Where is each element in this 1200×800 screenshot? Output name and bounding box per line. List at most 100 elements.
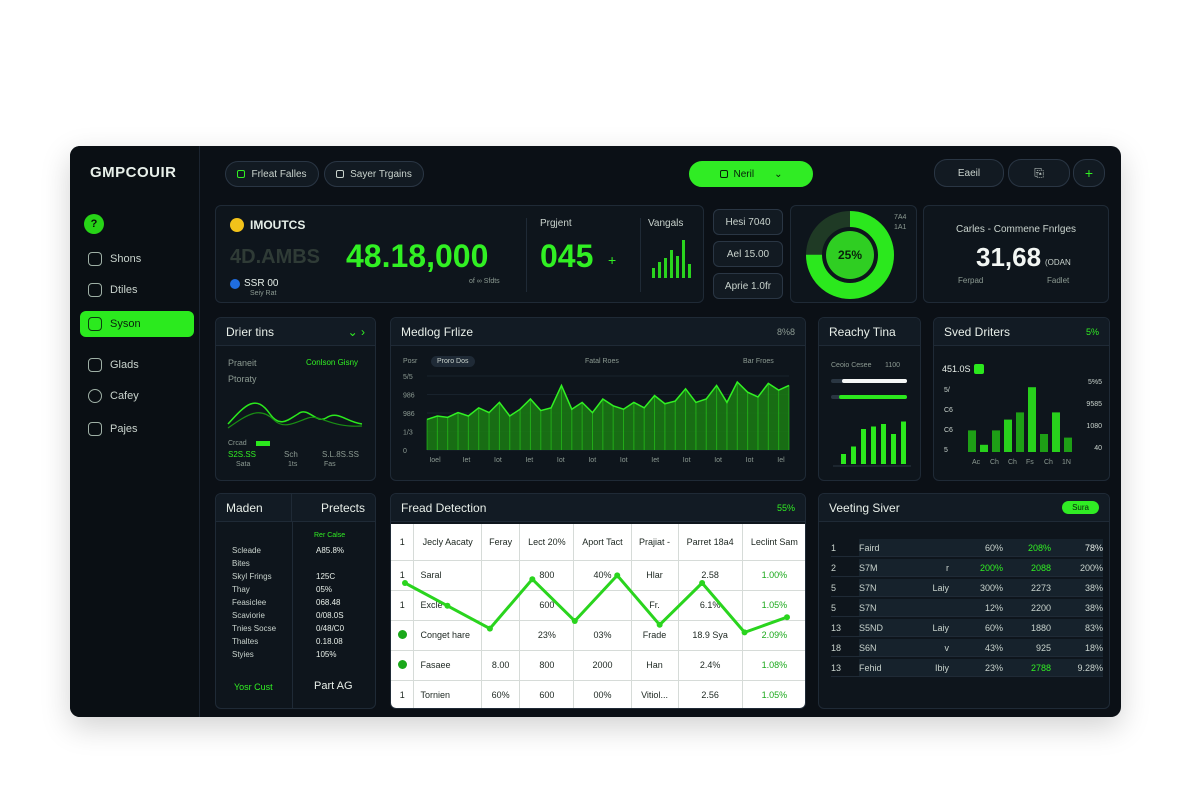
table-cell: 1880 — [1003, 619, 1051, 637]
sidebar-item-syson[interactable]: Syson — [80, 311, 194, 337]
x-tick-label: Iel — [777, 457, 785, 464]
column-header[interactable]: Leclint Sam — [742, 524, 805, 561]
maden-row-key: Scleade — [232, 546, 261, 555]
table-row[interactable]: Conget hare 23% 03% Frade 18.9 Sya 2.09% — [391, 620, 805, 651]
table-cell — [917, 539, 949, 557]
segment-button[interactable]: Sayer Trgains — [324, 161, 424, 187]
x-tick-label: Ioel — [429, 457, 441, 464]
column-header[interactable]: Lect 20% — [519, 524, 575, 561]
logo-text-a: GMPCOUI — [90, 164, 166, 181]
spark-bar — [670, 250, 673, 278]
drier-series-b — [227, 412, 363, 429]
sidebar-item-dtiles[interactable]: Dtiles — [80, 277, 194, 303]
table-cell: 83% — [1051, 619, 1103, 637]
table-row[interactable]: 2 S7M r 200% 2088 200% — [831, 558, 1103, 578]
table-cell: Vitiol... — [631, 680, 679, 708]
legend-swatch — [256, 441, 270, 446]
table-cell: 1.05% — [742, 680, 805, 708]
reachy-slider-2[interactable] — [831, 395, 907, 399]
divider — [292, 522, 293, 708]
sidebar-item-label: Glads — [110, 359, 139, 371]
table-cell — [917, 599, 949, 617]
maden-row-value: 0/48/C0 — [316, 624, 345, 633]
drier-series-a — [227, 402, 363, 425]
pretects-title[interactable]: Pretects — [321, 501, 375, 515]
medlog-area — [427, 382, 789, 450]
column-header[interactable]: Prajiat - — [631, 524, 679, 561]
maden-title[interactable]: Maden — [216, 501, 263, 515]
reachy-bar — [861, 429, 866, 464]
table-cell: 1.00% — [742, 560, 805, 591]
table-cell: Excle — [413, 590, 482, 621]
table-cell: 23% — [959, 659, 1003, 677]
table-row[interactable]: 1 Tornien 60% 600 00% Vitiol... 2.56 1.05% — [391, 680, 805, 708]
table-row[interactable]: 5 S7N Laiy 300% 2273 38% — [831, 578, 1103, 598]
table-cell — [949, 579, 959, 597]
table-cell: 18% — [1051, 639, 1103, 657]
table-cell: 00% — [573, 680, 632, 708]
carles-suffix: (ODAN — [1045, 258, 1071, 267]
sidebar-item-label: Syson — [110, 318, 141, 330]
sidebar-item-glads[interactable]: Glads — [80, 352, 194, 378]
table-cell: Fasaee — [413, 650, 482, 681]
column-header[interactable]: Aport Tact — [573, 524, 632, 561]
table-cell: Ibiy — [917, 659, 949, 677]
kpi-sub-a: SSR 00 — [244, 278, 279, 289]
table-row[interactable]: 13 S5ND Laiy 60% 1880 83% — [831, 618, 1103, 638]
list-icon — [88, 317, 102, 331]
chevron-down-icon[interactable]: ⌄ › — [348, 325, 365, 339]
carles-sub-b: Fadlet — [1047, 276, 1070, 285]
column-header[interactable]: Feray — [481, 524, 521, 561]
drier-line2: Ptoraty — [228, 374, 257, 384]
add-button[interactable]: + — [1073, 159, 1105, 187]
table-row[interactable]: 1 Excle 600 Fr. 6.1% 1.05% — [391, 590, 805, 621]
sidebar-item-label: Cafey — [110, 390, 139, 402]
medlog-tag[interactable]: Proro Dos — [431, 356, 475, 367]
drier-stat3-sub: Fas — [324, 461, 336, 468]
drier-line1-right: Conlson Gisny — [306, 358, 359, 367]
x-tick-label: Iot — [588, 457, 596, 464]
table-cell: 300% — [959, 579, 1003, 597]
new-button[interactable]: Neril ⌄ — [689, 161, 813, 187]
email-button[interactable]: Eaeil — [934, 159, 1004, 187]
export-button[interactable]: ⎘ — [1008, 159, 1070, 187]
spark-bar — [676, 256, 679, 278]
vesting-badge[interactable]: Sura — [1062, 501, 1099, 514]
mini-button-1[interactable]: Hesi 7040 — [713, 209, 783, 235]
sidebar-item-shons[interactable]: Shons — [80, 246, 194, 272]
table-row[interactable]: 1 Faird 60% 208% 78% — [831, 538, 1103, 558]
table-cell — [949, 639, 959, 657]
drier-stat3: S.L.8S.SS — [322, 450, 359, 459]
sidebar-item-label: Pajes — [110, 423, 138, 435]
table-row[interactable]: 1 Saral 800 40% Hlar 2.58 1.00% — [391, 560, 805, 591]
app-logo: GMPCOUIR — [90, 164, 177, 181]
table-row[interactable]: 18 S6N v 43% 925 18% — [831, 638, 1103, 658]
sidebar-item-pajes[interactable]: Pajes — [80, 416, 194, 442]
divider — [640, 218, 641, 292]
column-header[interactable]: Parret 18a4 — [678, 524, 743, 561]
table-cell: 2200 — [1003, 599, 1051, 617]
reachy-slider-1[interactable] — [831, 379, 907, 383]
x-tick-label: Iot — [714, 457, 722, 464]
table-row[interactable]: Fasaee 8.00 800 2000 Han 2.4% 1.08% — [391, 650, 805, 681]
sidebar-item-cafey[interactable]: Cafey — [80, 383, 194, 409]
mini-button-3[interactable]: Aprie 1.0fr — [713, 273, 783, 299]
column-header[interactable]: Jecly Aacaty — [413, 524, 482, 561]
spark-bar — [682, 240, 685, 278]
donut-side-b: 1A1 — [894, 224, 907, 231]
table-cell: 40% — [573, 560, 632, 591]
table-row[interactable]: 13 Fehid Ibiy 23% 2788 9.28% — [831, 658, 1103, 678]
carles-card: Carles - Commene Fnrlges 31,68 (ODAN Fer… — [923, 205, 1109, 303]
user-badge-icon[interactable]: ? — [84, 214, 104, 234]
sidebar: GMPCOUIR ? Shons Dtiles Syson Glads Cafe… — [70, 146, 200, 717]
mini-button-2[interactable]: Ael 15.00 — [713, 241, 783, 267]
table-cell: 2 — [831, 559, 859, 577]
filter-button[interactable]: Frleat Falles — [225, 161, 319, 187]
table-cell: v — [917, 639, 949, 657]
drier-card: Drier tins ⌄ › Praneit Conlson Gisny Ptor… — [215, 317, 376, 481]
column-header[interactable]: 1 — [391, 524, 415, 561]
reachy-bar — [881, 424, 886, 464]
table-cell: 600 — [519, 590, 575, 621]
table-cell: 5 — [831, 599, 859, 617]
table-row[interactable]: 5 S7N 12% 2200 38% — [831, 598, 1103, 618]
